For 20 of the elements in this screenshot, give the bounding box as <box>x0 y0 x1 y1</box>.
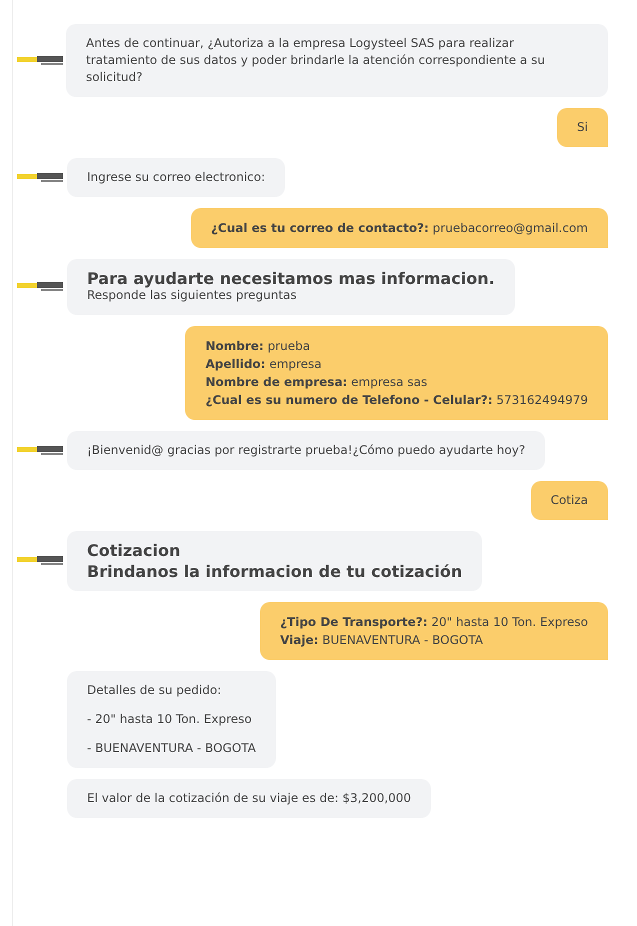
message-title: Cotizacion <box>87 542 182 559</box>
field-line: Nombre de empresa: empresa sas <box>205 374 428 391</box>
message-line: - 20" hasta 10 Ton. Expreso <box>87 711 253 728</box>
message-title: Brindanos la informacion de tu cotización <box>87 563 462 580</box>
field-line: Apellido: empresa <box>205 356 323 373</box>
message-subtitle: Responde las siguientes preguntas <box>87 288 298 304</box>
message-title: Para ayudarte necesitamos mas informacion. <box>87 270 495 287</box>
message-text: Ingrese su correo electronico: <box>87 169 266 186</box>
message-line: - BUENAVENTURA - BOGOTA <box>87 740 256 757</box>
field-line: Viaje: BUENAVENTURA - BOGOTA <box>280 632 484 649</box>
field-line: ¿Cual es su numero de Telefono - Celular?: 573162494979 <box>205 392 588 409</box>
message-text: ¡Bienvenid@ gracias por registrarte prueba!¿Cómo puedo ayudarte hoy? <box>87 442 526 459</box>
message-text: El valor de la cotización de su viaje es de: $3,200,000 <box>87 790 412 807</box>
field-line: ¿Cual es tu correo de contacto?: pruebacorreo@gmail.com <box>210 220 588 237</box>
message-text: Si <box>577 119 588 136</box>
message-line: Detalles de su pedido: <box>87 682 222 699</box>
message-text: Antes de continuar, ¿Autoriza a la empresa Logysteel SAS para realizar tratamiento de sus datos y poder brindarle la atención correspondiente a su solicitud? <box>86 35 546 86</box>
message-text: Cotiza <box>550 492 588 509</box>
field-line: Nombre: prueba <box>205 338 312 355</box>
field-line: ¿Tipo De Transporte?: 20" hasta 10 Ton. Expreso <box>280 614 588 631</box>
